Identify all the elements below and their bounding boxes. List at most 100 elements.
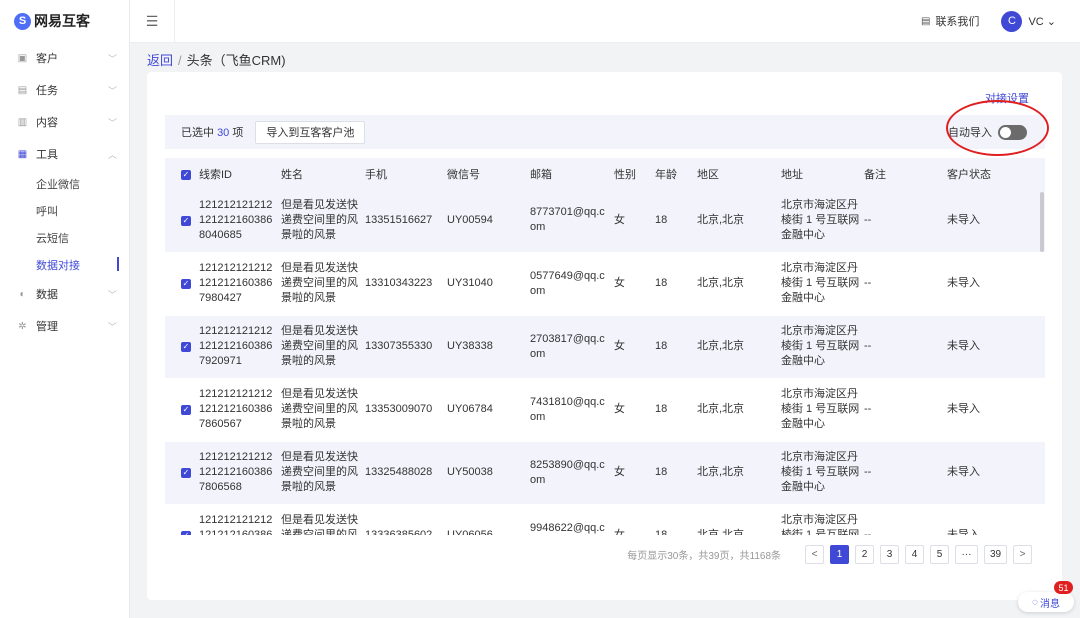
- chevron-down-icon: ﹀: [107, 321, 117, 332]
- cell-phone: 13325488028: [365, 441, 447, 505]
- row-checkbox[interactable]: ✓: [181, 468, 191, 478]
- cell-wechat: UY50038: [447, 441, 530, 505]
- sidebar-item-label: 任务: [36, 85, 58, 97]
- selection-toolbar: 已选中 30 项 导入到互客客户池 自动导入: [165, 115, 1045, 149]
- cell-note: --: [864, 378, 947, 442]
- cell-email: 0577649@qq.com: [530, 252, 614, 316]
- page-button[interactable]: 4: [905, 545, 924, 564]
- avatar[interactable]: C: [1001, 10, 1023, 32]
- page-button[interactable]: 3: [880, 545, 899, 564]
- sidebar-item[interactable]: ◐ 数据 ﹀: [0, 278, 129, 310]
- sidebar-item[interactable]: ▤ 任务 ﹀: [0, 74, 129, 106]
- row-checkbox[interactable]: ✓: [181, 405, 191, 415]
- table-row[interactable]: ✓ 121212121212121212160386 7980427 但是看见发送快…: [165, 252, 1045, 316]
- contact-card-icon: ▣: [17, 52, 28, 64]
- cell-id: 121212121212121212160386 7806568: [199, 441, 281, 505]
- row-checkbox[interactable]: ✓: [181, 215, 191, 226]
- cell-wechat: UY06056: [447, 504, 530, 535]
- row-checkbox[interactable]: ✓: [181, 531, 191, 535]
- column-header: 地址: [781, 158, 864, 189]
- breadcrumb: 返回 / 头条（飞鱼CRM): [147, 50, 286, 69]
- cell-note: --: [864, 441, 947, 505]
- message-count-badge: 51: [1054, 581, 1073, 594]
- selection-summary: 已选中 30 项: [181, 124, 243, 140]
- cell-name: 但是看见发送快递费空间里的风景啦的风景: [281, 504, 365, 535]
- menu-fold-icon[interactable]: ☰: [130, 0, 175, 43]
- cell-status: 未导入: [947, 441, 1045, 505]
- breadcrumb-separator: /: [178, 53, 182, 68]
- cell-gender: 女: [614, 189, 655, 253]
- brand-logo[interactable]: S 网易互客: [0, 0, 129, 42]
- cell-region: 北京,北京: [697, 441, 781, 505]
- table-row[interactable]: ✓ 121212121212121212160386 7750000但是看见发送快…: [165, 504, 1045, 535]
- pagination-summary: 每页显示30条，共39页，共1168条: [627, 551, 781, 562]
- table-row[interactable]: ✓ 121212121212121212160386 7806568 但是看见发送快…: [165, 441, 1045, 505]
- cell-address: 北京市海淀区丹棱街 1 号互联网金融中心: [781, 441, 864, 505]
- sidebar-subitem[interactable]: 数据对接: [0, 251, 129, 278]
- sidebar-subitem[interactable]: 呼叫: [0, 197, 129, 224]
- sidebar-item-label: 客户: [36, 53, 58, 65]
- cell-phone: 13336385602: [365, 504, 447, 535]
- cell-id: 121212121212121212160386 7920971: [199, 315, 281, 379]
- cell-status: 未导入: [947, 189, 1045, 253]
- table-scrollbar[interactable]: [1039, 189, 1045, 535]
- next-page-button[interactable]: >: [1013, 545, 1032, 564]
- chevron-down-icon: ﹀: [107, 85, 117, 96]
- sidebar: S 网易互客 ▣ 客户 ﹀ ▤ 任务 ﹀ ▥ 内容 ﹀ ▦ 工具 ︿ 企业微信 呼叫 云短信 数据对接 ◐ 数据 ﹀…: [0, 0, 130, 618]
- sidebar-item[interactable]: ▥ 内容 ﹀: [0, 106, 129, 138]
- contact-us-label: 联系我们: [935, 16, 980, 28]
- row-checkbox[interactable]: ✓: [181, 279, 191, 289]
- brand-logo-icon: S: [14, 12, 31, 30]
- cell-email: 8253890@qq.com: [530, 441, 614, 505]
- page-button[interactable]: 39: [984, 545, 1007, 564]
- import-to-pool-button[interactable]: 导入到互客客户池: [255, 120, 366, 144]
- prev-page-button[interactable]: <: [805, 545, 824, 564]
- page-button[interactable]: 1: [830, 545, 849, 564]
- row-checkbox[interactable]: ✓: [181, 342, 191, 352]
- column-header: 年龄: [655, 158, 697, 189]
- pagination: 每页显示30条，共39页，共1168条 < 1 2 3 4 5 ··· 39 >: [627, 545, 1032, 564]
- chevron-down-icon: ﹀: [107, 53, 117, 64]
- cell-phone: 13351516627: [365, 189, 447, 253]
- sidebar-item[interactable]: ▣ 客户 ﹀: [0, 42, 129, 74]
- cell-phone: 13307355330: [365, 315, 447, 379]
- column-header: 性别: [614, 158, 655, 189]
- cell-wechat: UY06784: [447, 378, 530, 442]
- contact-us-link[interactable]: ▤ 联系我们: [921, 13, 979, 29]
- cell-note: --: [864, 252, 947, 316]
- column-header: 客户状态: [947, 158, 1045, 189]
- user-menu[interactable]: VC ⌄: [1028, 15, 1056, 28]
- sidebar-item[interactable]: ▦ 工具 ︿: [0, 138, 129, 170]
- cell-id: 121212121212121212160386 7980427: [199, 252, 281, 316]
- cell-note: --: [864, 504, 947, 535]
- table-row[interactable]: ✓ 121212121212121212160386 7920971 但是看见发送快…: [165, 315, 1045, 379]
- table-row[interactable]: ✓ 121212121212121212160386 7860567 但是看见发送快…: [165, 378, 1045, 442]
- page-button[interactable]: 5: [930, 545, 949, 564]
- cell-note: --: [864, 315, 947, 379]
- select-all-checkbox[interactable]: ✓: [181, 169, 191, 180]
- scrollbar-thumb[interactable]: [1040, 192, 1044, 252]
- pagination-ellipsis[interactable]: ···: [955, 545, 978, 564]
- page-button[interactable]: 2: [855, 545, 874, 564]
- cell-phone: 13310343223: [365, 252, 447, 316]
- sidebar-item[interactable]: ✲ 管理 ﹀: [0, 310, 129, 342]
- table-row[interactable]: ✓ 121212121212121212160386 8040685 但是看见发送快…: [165, 189, 1045, 253]
- message-bubble-icon: ▤: [920, 15, 931, 27]
- chevron-down-icon: ﹀: [107, 289, 117, 300]
- cell-name: 但是看见发送快递费空间里的风景啦的风景: [281, 378, 365, 442]
- cell-email: 9948622@qq.com: [530, 504, 614, 535]
- back-link[interactable]: 返回: [147, 53, 173, 68]
- cell-name: 但是看见发送快递费空间里的风景啦的风景: [281, 315, 365, 379]
- cell-gender: 女: [614, 441, 655, 505]
- cell-age: 18: [655, 441, 697, 505]
- cell-gender: 女: [614, 252, 655, 316]
- message-label: 消息: [1039, 598, 1060, 610]
- sidebar-subitem[interactable]: 云短信: [0, 224, 129, 251]
- selection-prefix: 已选中: [181, 127, 214, 139]
- page-list: 1 2 3 4 5 ··· 39: [824, 545, 1007, 564]
- sidebar-subitem[interactable]: 企业微信: [0, 170, 129, 197]
- annotation-circle: [946, 100, 1049, 156]
- message-button[interactable]: ◌ 消息: [1018, 592, 1074, 612]
- brand-name: 网易互客: [34, 13, 90, 29]
- cell-region: 北京,北京: [697, 378, 781, 442]
